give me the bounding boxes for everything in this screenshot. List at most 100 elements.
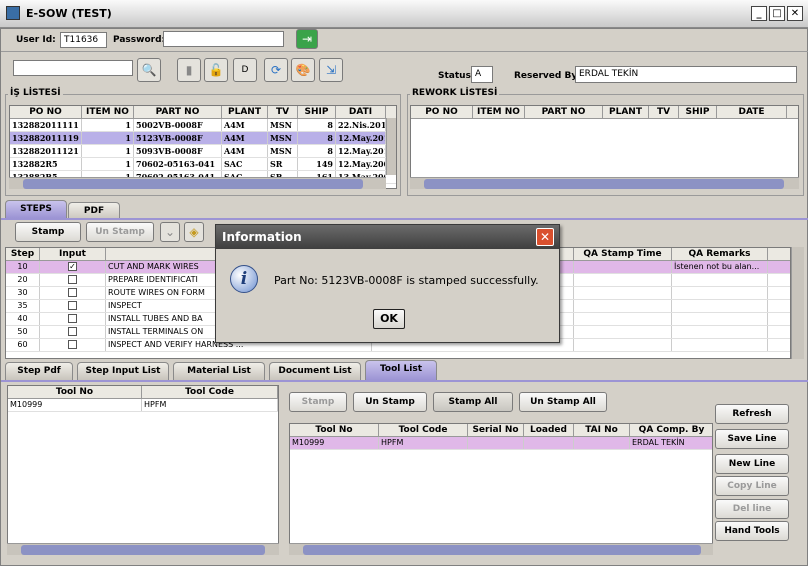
input-checkbox[interactable]	[68, 327, 77, 336]
col-qa-remarks[interactable]: QA Remarks	[672, 248, 768, 260]
export-icon[interactable]: ⇲	[319, 58, 343, 82]
col-item-no[interactable]: ITEM NO	[473, 106, 525, 118]
scroll-thumb[interactable]	[21, 545, 265, 555]
hand-tools-button[interactable]: Hand Tools	[715, 521, 789, 541]
tool-unstamp-button[interactable]: Un Stamp	[353, 392, 427, 412]
col-date[interactable]: DATE	[717, 106, 787, 118]
steps-vscroll[interactable]	[791, 247, 804, 359]
col-tool-code[interactable]: Tool Code	[142, 386, 278, 398]
table-row[interactable]: M10999 HPFM	[8, 399, 278, 412]
lock-closed-icon[interactable]: ▮	[177, 58, 201, 82]
col-tai-no[interactable]: TAI No	[574, 424, 630, 436]
col-po-no[interactable]: PO NO	[10, 106, 82, 118]
scroll-thumb[interactable]	[23, 179, 363, 189]
stamp-button[interactable]: Stamp	[15, 222, 81, 242]
serial-no-cell	[468, 437, 524, 449]
title-bar: E-SOW (TEST) _ □ ✕	[0, 0, 808, 28]
col-item-no[interactable]: ITEM NO	[82, 106, 134, 118]
is-listesi-vscroll[interactable]	[386, 118, 396, 175]
ok-button[interactable]: OK	[373, 309, 405, 329]
search-input[interactable]	[13, 60, 133, 76]
palette-icon[interactable]: 🎨	[291, 58, 315, 82]
input-checkbox[interactable]	[68, 340, 77, 349]
input-checkbox[interactable]	[68, 288, 77, 297]
unlock-icon[interactable]: 🔓	[204, 58, 228, 82]
minimize-button[interactable]: _	[751, 6, 767, 21]
col-part-no[interactable]: PART NO	[525, 106, 603, 118]
dialog-close-icon[interactable]: ✕	[536, 228, 554, 246]
col-ship[interactable]: SHIP	[298, 106, 336, 118]
qa-comp-by-cell: ERDAL TEKİN	[630, 437, 712, 449]
app-icon	[6, 6, 20, 20]
col-ship[interactable]: SHIP	[679, 106, 717, 118]
rework-hscroll[interactable]	[410, 177, 799, 189]
d-button[interactable]: D	[233, 58, 257, 82]
scroll-thumb[interactable]	[424, 179, 784, 189]
col-part-no[interactable]: PART NO	[134, 106, 222, 118]
col-qa-stamp-time[interactable]: QA Stamp Time	[574, 248, 672, 260]
table-row[interactable]: 132882R5 1 70602-05163-041 SAC SR 149 12.May.2…	[10, 158, 396, 171]
col-loaded[interactable]: Loaded	[524, 424, 574, 436]
tab-material-list[interactable]: Material List	[173, 362, 265, 380]
tool-stamp-button[interactable]: Stamp	[289, 392, 347, 412]
tab-step-input-list[interactable]: Step Input List	[77, 362, 169, 380]
col-date[interactable]: DATI	[336, 106, 386, 118]
scroll-thumb[interactable]	[303, 545, 701, 555]
input-checkbox[interactable]	[68, 314, 77, 323]
col-step[interactable]: Step	[6, 248, 40, 260]
is-listesi-hscroll[interactable]	[9, 177, 386, 189]
col-qa-comp-by[interactable]: QA Comp. By	[630, 424, 712, 436]
search-icon[interactable]: 🔍	[137, 58, 161, 82]
input-cell	[40, 313, 106, 325]
step-cell: 40	[6, 313, 40, 325]
col-tool-code[interactable]: Tool Code	[379, 424, 468, 436]
col-plant[interactable]: PLANT	[222, 106, 268, 118]
copy-line-button[interactable]: Copy Line	[715, 476, 789, 496]
table-row[interactable]: 132882011111 1 5002VB-0008F A4M MSN 8 22.Nis.2…	[10, 119, 396, 132]
close-window-button[interactable]: ✕	[787, 6, 803, 21]
diamond-icon[interactable]: ◈	[184, 222, 204, 242]
col-tv[interactable]: TV	[649, 106, 679, 118]
tool-no-cell: M10999	[290, 437, 379, 449]
tool-detail-hscroll[interactable]	[289, 543, 713, 555]
input-checkbox[interactable]	[68, 301, 77, 310]
col-plant[interactable]: PLANT	[603, 106, 649, 118]
col-serial-no[interactable]: Serial No	[468, 424, 524, 436]
tab-document-list[interactable]: Document List	[269, 362, 361, 380]
tab-tool-list[interactable]: Tool List	[365, 360, 437, 380]
unstamp-button[interactable]: Un Stamp	[86, 222, 154, 242]
col-tool-no[interactable]: Tool No	[290, 424, 379, 436]
plant-cell: A4M	[222, 132, 268, 144]
stamp-all-button[interactable]: Stamp All	[433, 392, 513, 412]
step-cell: 35	[6, 300, 40, 312]
unstamp-all-button[interactable]: Un Stamp All	[519, 392, 607, 412]
refresh-icon[interactable]: ⟳	[264, 58, 288, 82]
qa-remarks-cell	[672, 339, 768, 351]
del-line-button[interactable]: Del line	[715, 499, 789, 519]
col-po-no[interactable]: PO NO	[411, 106, 473, 118]
is-listesi-title: İŞ LİSTESİ	[8, 88, 63, 98]
col-tv[interactable]: TV	[268, 106, 298, 118]
tool-table-hscroll[interactable]	[7, 543, 279, 555]
tab-step-pdf[interactable]: Step Pdf	[5, 362, 73, 380]
tv-cell: MSN	[268, 132, 298, 144]
table-row[interactable]: M10999 HPFM ERDAL TEKİN	[290, 437, 712, 450]
input-cell	[40, 300, 106, 312]
login-arrow-icon[interactable]: ⇥	[296, 29, 318, 49]
password-field[interactable]	[163, 31, 284, 47]
col-input[interactable]: Input	[40, 248, 106, 260]
tab-steps[interactable]: STEPS	[5, 200, 67, 218]
table-row[interactable]: 132882011119 1 5123VB-0008F A4M MSN 8 12.May.2…	[10, 132, 396, 145]
refresh-button[interactable]: Refresh	[715, 404, 789, 424]
qa-stamp-time-cell	[574, 339, 672, 351]
tool-detail-table: Tool No Tool Code Serial No Loaded TAI N…	[289, 423, 713, 555]
maximize-button[interactable]: □	[769, 6, 785, 21]
input-checkbox[interactable]	[68, 275, 77, 284]
input-checkbox[interactable]: ✓	[68, 262, 77, 271]
new-line-button[interactable]: New Line	[715, 454, 789, 474]
col-tool-no[interactable]: Tool No	[8, 386, 142, 398]
save-line-button[interactable]: Save Line	[715, 429, 789, 449]
table-row[interactable]: 132882011121 1 5093VB-0008F A4M MSN 8 12.May.2…	[10, 145, 396, 158]
user-id-field[interactable]: T11636	[60, 32, 107, 48]
chevron-down-icon[interactable]: ⌄	[160, 222, 180, 242]
